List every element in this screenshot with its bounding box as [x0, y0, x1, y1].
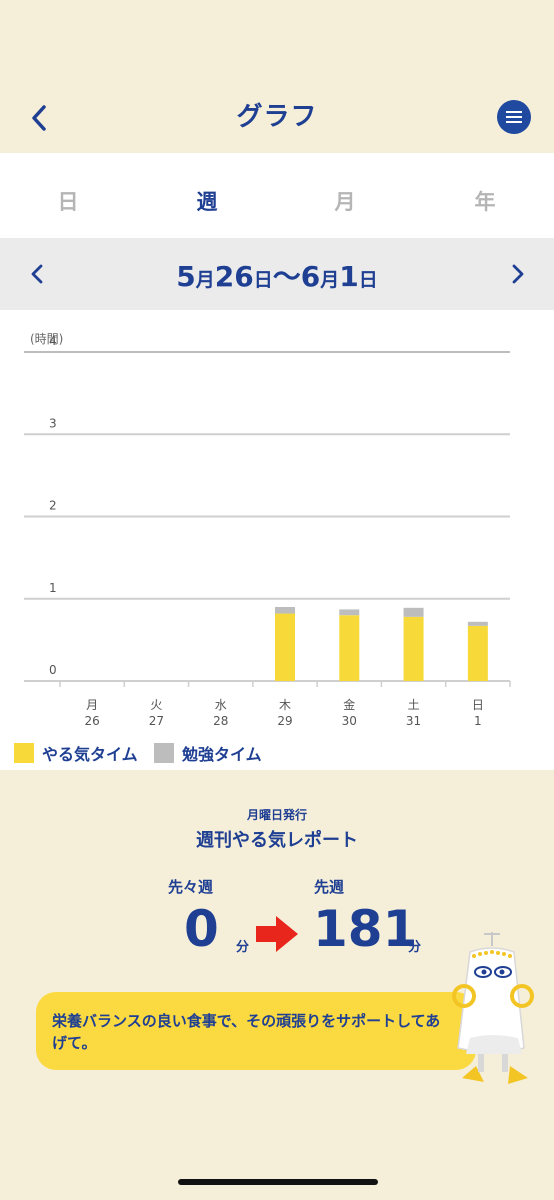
y-tick-label: 2 — [49, 499, 57, 513]
x-tick-label-day: 29 — [277, 714, 292, 728]
range-end-day: 1 — [339, 260, 359, 293]
bar-motivation — [467, 625, 488, 681]
chevron-right-icon — [512, 264, 524, 284]
legend-label: やる気タイム — [42, 745, 138, 764]
page-title: グラフ — [236, 102, 318, 132]
hamburger-menu-icon — [506, 111, 522, 123]
y-tick-label: 0 — [49, 663, 57, 677]
menu-button[interactable] — [497, 100, 531, 134]
bar-study — [339, 609, 360, 616]
last-week-value: 181 — [313, 900, 418, 958]
x-tick-label-weekday: 水 — [215, 698, 227, 712]
x-tick-label-day: 30 — [342, 714, 357, 728]
tab-week[interactable]: 週 — [177, 186, 237, 216]
y-axis-label: (時間) — [30, 332, 63, 346]
legend-swatch-yellow — [14, 743, 34, 763]
legend-swatch-gray — [154, 743, 174, 763]
minutes-unit: 分 — [408, 940, 422, 955]
bar-study — [403, 607, 424, 617]
before-last-week-label: 先々週 — [168, 878, 214, 896]
x-tick-label-weekday: 土 — [408, 698, 420, 712]
x-tick-label-weekday: 木 — [279, 698, 291, 712]
month-unit: 月 — [195, 269, 215, 291]
y-tick-label: 3 — [49, 416, 57, 430]
x-tick-label-day: 27 — [149, 714, 164, 728]
tab-year[interactable]: 年 — [455, 186, 515, 216]
next-week-button[interactable] — [505, 260, 531, 288]
mascot-character — [440, 930, 550, 1109]
x-tick-label-weekday: 金 — [343, 697, 355, 712]
range-start-day: 26 — [214, 260, 254, 293]
range-separator: 〜 — [272, 260, 301, 293]
weekly-bar-chart: (時間) 0 1 2 3 4 月 26 火 27 水 28 木 29 金 30 土 31 日 1 — [24, 332, 511, 728]
bar-motivation — [403, 616, 424, 681]
minutes-unit: 分 — [236, 940, 250, 955]
report-subtitle: 月曜日発行 — [246, 808, 307, 822]
x-tick-label-day: 1 — [474, 714, 482, 728]
bar-study — [275, 606, 295, 614]
x-tick-label-day: 26 — [85, 714, 100, 728]
tab-day[interactable]: 日 — [38, 186, 98, 216]
tab-month[interactable]: 月 — [315, 186, 375, 216]
advice-message: 栄養バランスの良い食事で、その頑張りをサポートしてあげて。 — [52, 1012, 441, 1052]
x-tick-label-day: 31 — [406, 714, 421, 728]
x-tick-label-weekday: 日 — [472, 698, 484, 712]
day-unit: 日 — [253, 269, 273, 291]
chart-panel: (時間) 0 1 2 3 4 月 26 火 27 水 28 木 29 金 30 土 31 日 1 — [0, 310, 554, 740]
x-tick-label-day: 28 — [213, 714, 228, 728]
range-start-month: 5 — [176, 260, 196, 293]
legend-label: 勉強タイム — [182, 745, 262, 764]
report-title: 週刊やる気レポート — [196, 830, 358, 851]
bar-motivation — [275, 613, 295, 681]
bar-motivation — [339, 615, 360, 681]
red-arrow-icon — [254, 914, 300, 958]
x-tick-label-weekday: 火 — [150, 698, 162, 712]
legend-item-study: 勉強タイム — [154, 741, 262, 765]
x-tick-label-weekday: 月 — [86, 698, 98, 712]
date-range: 5月26日〜6月1日 — [0, 255, 554, 295]
legend-item-motivation: やる気タイム — [14, 741, 138, 765]
home-indicator — [178, 1179, 378, 1185]
month-unit: 月 — [320, 269, 340, 291]
before-last-week-value: 0 — [184, 900, 219, 958]
last-week-label: 先週 — [314, 878, 345, 896]
y-tick-label: 4 — [49, 334, 57, 348]
day-unit: 日 — [358, 269, 378, 291]
y-tick-label: 1 — [49, 581, 57, 595]
range-end-month: 6 — [300, 260, 321, 293]
bar-study — [467, 621, 488, 626]
